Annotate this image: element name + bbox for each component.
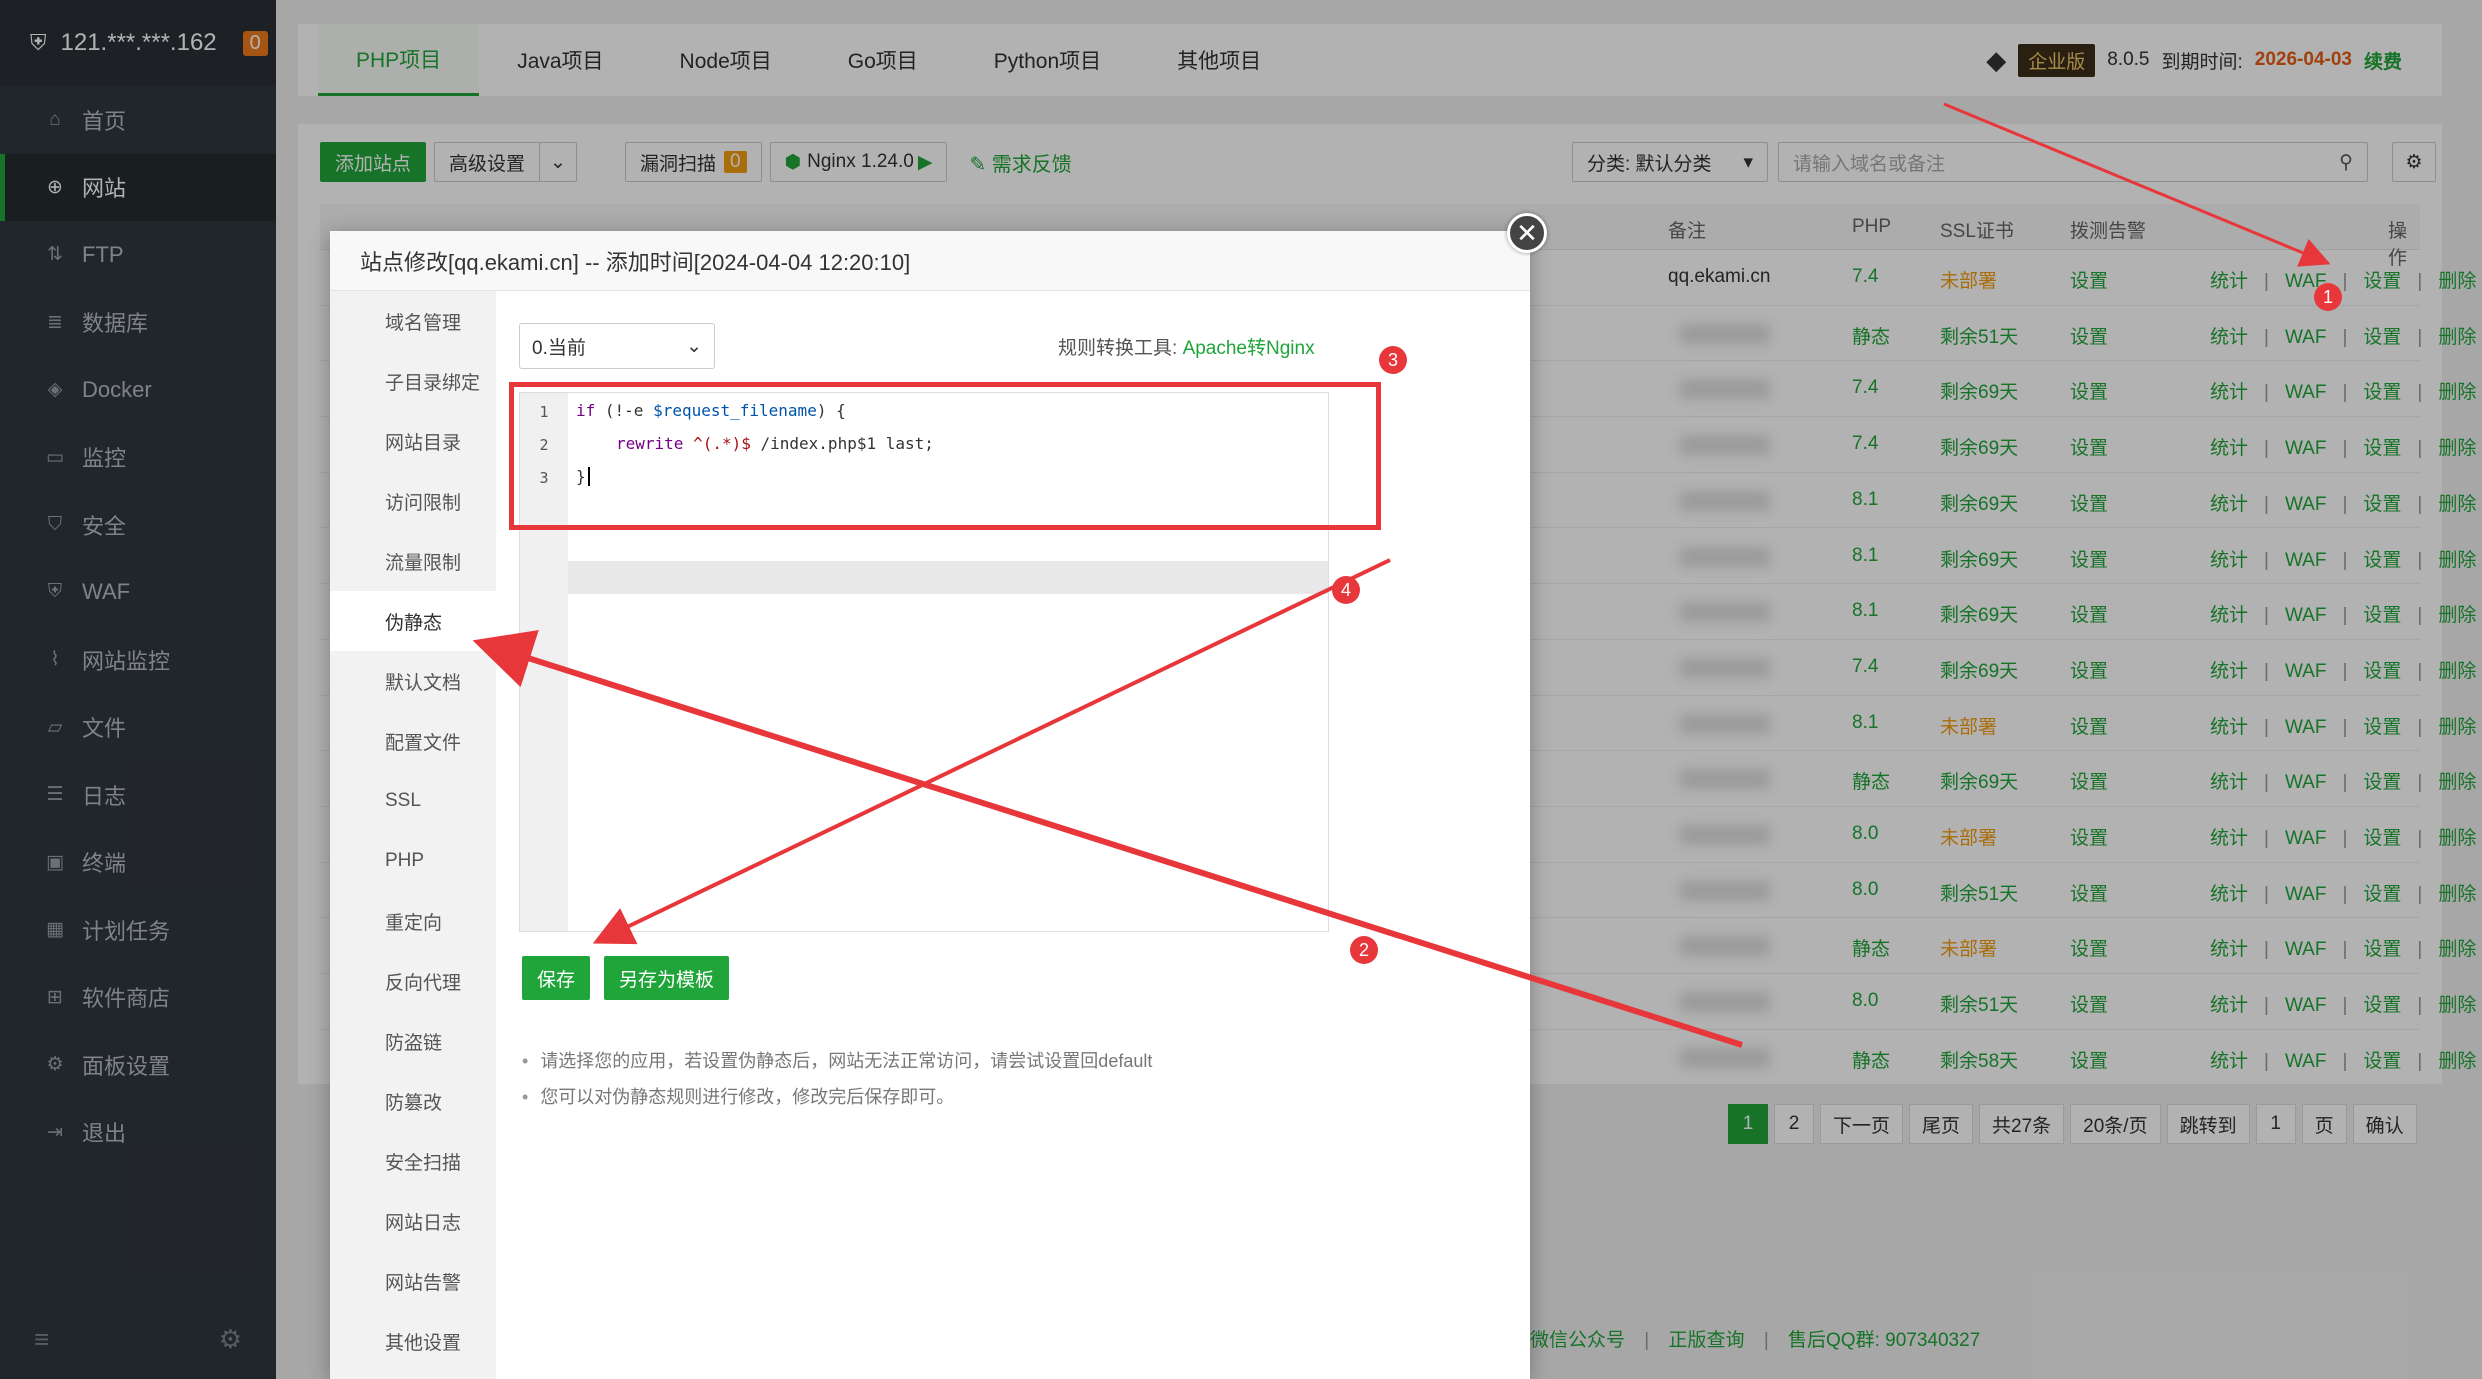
annotation-arrows	[472, 102, 2331, 1048]
arrow-2	[472, 629, 1743, 1048]
annotation-badge-1: 1	[2314, 283, 2342, 311]
arrow-4	[592, 558, 1391, 945]
annotation-badge-4: 4	[1332, 576, 1360, 604]
arrow-1	[1943, 102, 2331, 267]
annotation-badge-3: 3	[1379, 346, 1407, 374]
annotation-badge-2: 2	[1350, 936, 1378, 964]
